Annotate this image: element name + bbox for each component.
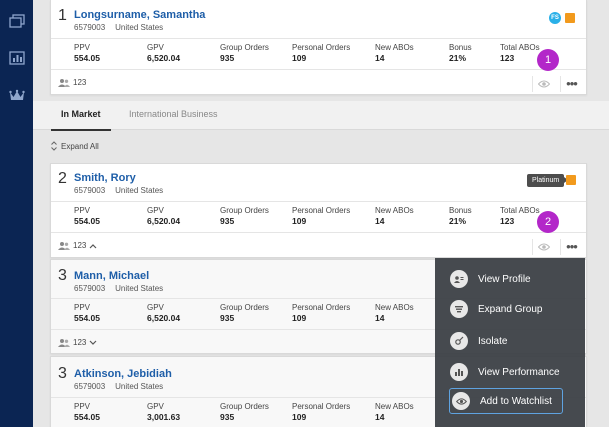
chevron-down-icon xyxy=(89,340,97,345)
stat-total-abos: Total ABOs 123 xyxy=(500,43,540,63)
stat-gpv: GPV 3,001.63 xyxy=(147,402,181,422)
expand-all-toggle[interactable]: Expand All xyxy=(51,141,99,151)
menu-item-expand-group[interactable]: Expand Group xyxy=(450,298,578,320)
card-footer: 123 ••• xyxy=(51,72,586,94)
abo-card[interactable]: 1 Longsurname, Samantha 6579003 United St… xyxy=(50,0,587,95)
tab-international-business[interactable]: International Business xyxy=(129,109,218,119)
status-square xyxy=(566,175,576,185)
context-menu: View Profile Expand Group Isolate View P… xyxy=(435,258,585,427)
abo-id-line: 6579003 United States xyxy=(74,186,163,195)
stat-group-orders: Group Orders 935 xyxy=(220,206,269,226)
isolate-icon xyxy=(450,332,468,350)
crown-icon[interactable] xyxy=(9,89,25,103)
left-nav-rail xyxy=(0,0,33,427)
bar-chart-icon xyxy=(450,363,468,381)
card-footer: 123 ••• xyxy=(51,235,586,257)
status-square xyxy=(565,13,575,23)
abo-country: United States xyxy=(115,284,164,293)
expand-chevrons-icon xyxy=(51,141,57,151)
abo-name-link[interactable]: Smith, Rory xyxy=(74,172,136,184)
stat-new-abos: New ABOs 14 xyxy=(375,303,414,323)
stat-group-orders: Group Orders 935 xyxy=(220,43,269,63)
menu-item-add-to-watchlist[interactable]: Add to Watchlist xyxy=(449,388,563,414)
stat-personal-orders: Personal Orders 109 xyxy=(292,402,351,422)
callout-badge-2: 2 xyxy=(537,211,559,233)
stat-ppv: PPV 554.05 xyxy=(74,206,100,226)
tab-in-market[interactable]: In Market xyxy=(51,109,110,131)
downline-count[interactable]: 123 xyxy=(58,338,100,347)
stat-bonus: Bonus 21% xyxy=(449,43,472,63)
expand-group-icon xyxy=(450,300,468,318)
abo-name-link[interactable]: Atkinson, Jebidiah xyxy=(74,368,172,380)
rank-number: 1 xyxy=(58,7,67,24)
abo-name-link[interactable]: Longsurname, Samantha xyxy=(74,9,205,21)
market-tabs: In Market International Business xyxy=(33,101,609,131)
stat-group-orders: Group Orders 935 xyxy=(220,303,269,323)
stats-row: PPV 554.05 GPV 6,520.04 Group Orders 935 Pe… xyxy=(51,201,586,233)
abo-country: United States xyxy=(115,382,164,391)
stat-personal-orders: Personal Orders 109 xyxy=(292,206,351,226)
abo-card[interactable]: 2 Smith, Rory 6579003 United States Plati… xyxy=(50,163,587,258)
abo-name-link[interactable]: Mann, Michael xyxy=(74,270,149,282)
abo-country: United States xyxy=(115,186,164,195)
people-icon xyxy=(58,78,70,87)
menu-item-isolate[interactable]: Isolate xyxy=(450,330,578,352)
stat-gpv: GPV 6,520.04 xyxy=(147,303,181,323)
abo-id: 6579003 xyxy=(74,186,106,195)
eye-icon[interactable] xyxy=(532,76,554,92)
abo-id: 6579003 xyxy=(74,284,106,293)
rank-number: 2 xyxy=(58,170,67,187)
stat-total-abos: Total ABOs 123 xyxy=(500,206,540,226)
stat-personal-orders: Personal Orders 109 xyxy=(292,43,351,63)
abo-id-line: 6579003 United States xyxy=(74,382,163,391)
chart-icon[interactable] xyxy=(9,51,25,65)
menu-item-view-performance[interactable]: View Performance xyxy=(450,361,578,383)
callout-badge-1: 1 xyxy=(537,49,559,71)
downline-count[interactable]: 123 xyxy=(58,78,86,87)
stat-new-abos: New ABOs 14 xyxy=(375,43,414,63)
platinum-badge: Platinum xyxy=(527,174,569,187)
profile-card-icon xyxy=(450,270,468,288)
people-icon xyxy=(58,241,70,250)
eye-icon[interactable] xyxy=(532,239,554,255)
stat-group-orders: Group Orders 935 xyxy=(220,402,269,422)
more-options-icon[interactable]: ••• xyxy=(560,76,582,92)
eye-icon xyxy=(452,392,470,410)
stats-row: PPV 554.05 GPV 6,520.04 Group Orders 935 Pe… xyxy=(51,38,586,70)
stat-ppv: PPV 554.05 xyxy=(74,402,100,422)
people-icon xyxy=(58,338,70,347)
cards-icon[interactable] xyxy=(9,14,25,28)
initials-badge: FS xyxy=(549,12,561,24)
downline-count[interactable]: 123 xyxy=(58,241,100,250)
stat-new-abos: New ABOs 14 xyxy=(375,402,414,422)
stat-personal-orders: Personal Orders 109 xyxy=(292,303,351,323)
rank-number: 3 xyxy=(58,365,67,382)
chevron-up-icon xyxy=(89,243,97,248)
stat-new-abos: New ABOs 14 xyxy=(375,206,414,226)
stat-gpv: GPV 6,520.04 xyxy=(147,43,181,63)
stat-gpv: GPV 6,520.04 xyxy=(147,206,181,226)
abo-id: 6579003 xyxy=(74,382,106,391)
abo-id-line: 6579003 United States xyxy=(74,284,163,293)
stat-ppv: PPV 554.05 xyxy=(74,303,100,323)
abo-id: 6579003 xyxy=(74,23,106,32)
abo-country: United States xyxy=(115,23,164,32)
abo-id-line: 6579003 United States xyxy=(74,23,163,32)
stat-ppv: PPV 554.05 xyxy=(74,43,100,63)
rank-number: 3 xyxy=(58,267,67,284)
more-options-icon[interactable]: ••• xyxy=(560,239,582,255)
stat-bonus: Bonus 21% xyxy=(449,206,472,226)
menu-item-view-profile[interactable]: View Profile xyxy=(450,268,578,290)
